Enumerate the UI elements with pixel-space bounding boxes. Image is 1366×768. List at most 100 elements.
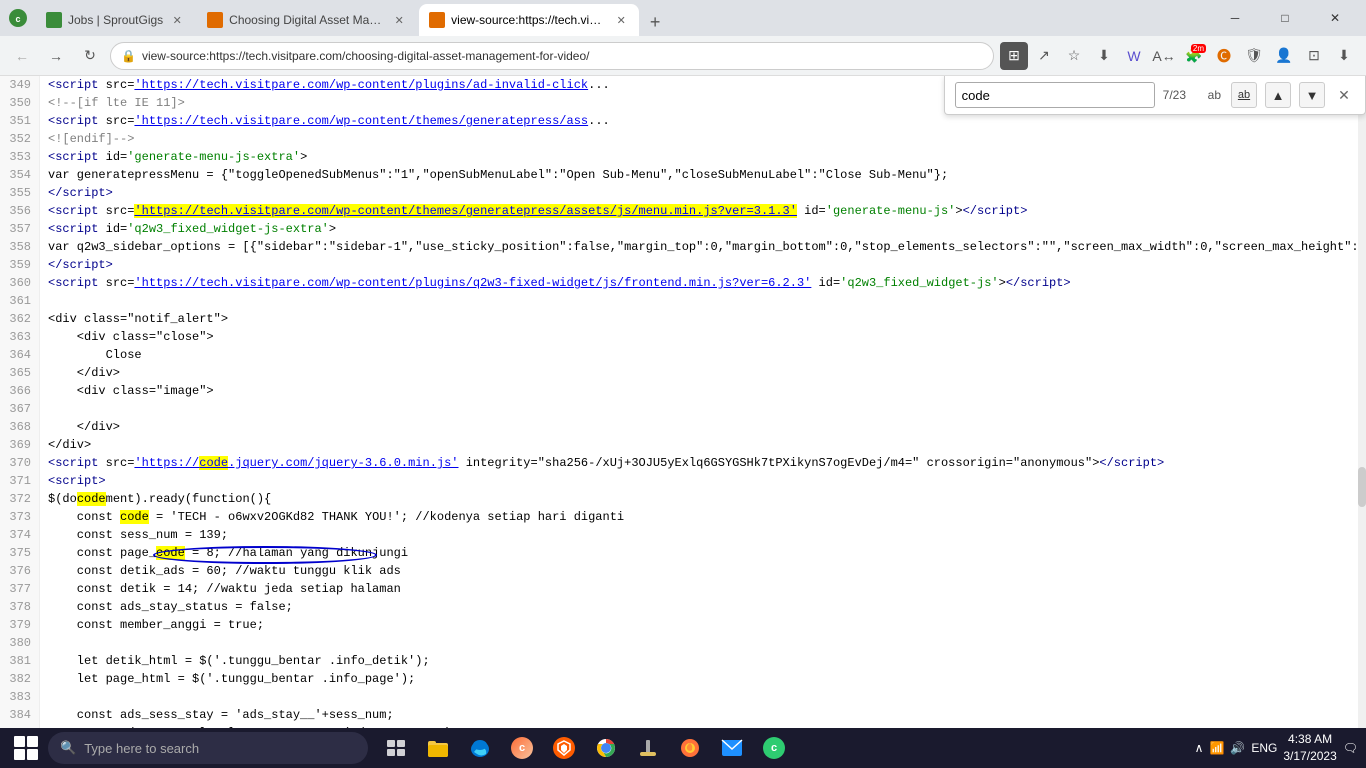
line-number: 384 <box>8 706 31 724</box>
line-numbers: 3493503513523533543553563573583593603613… <box>0 76 40 728</box>
app-last-icon: c <box>763 737 785 759</box>
notification-icon[interactable]: 🗨 <box>1343 741 1358 755</box>
tab-close-2[interactable]: ✕ <box>391 12 407 28</box>
windows-icon <box>14 736 38 760</box>
translate-icon[interactable]: A↔ <box>1150 42 1178 70</box>
code-line: const detik_ads = 60; //waktu tunggu kli… <box>48 562 1366 580</box>
line-number: 362 <box>8 310 31 328</box>
code-line: $(docodement).ready(function(){ <box>48 490 1366 508</box>
new-tab-button[interactable]: + <box>641 8 669 36</box>
tab-group: Jobs | SproutGigs ✕ Choosing Digital Ass… <box>36 0 669 36</box>
tab-choosing[interactable]: Choosing Digital Asset Mana... ✕ <box>197 4 417 36</box>
taskview-button[interactable] <box>376 728 416 768</box>
search-placeholder: Type here to search <box>84 741 199 756</box>
code-line: let detik_html = $('.tunggu_bentar .info… <box>48 652 1366 670</box>
profile-icon[interactable]: 👤 <box>1270 42 1298 70</box>
code-line: var generatepressMenu = {"toggleOpenedSu… <box>48 166 1366 184</box>
brave-button[interactable] <box>544 728 584 768</box>
shield-icon[interactable]: 🛡 <box>1240 42 1268 70</box>
tab-title-3: view-source:https://tech.visit... <box>451 13 607 27</box>
tab-favicon-2 <box>207 12 223 28</box>
code-line: const ads_sess_stay = 'ads_stay__'+sess_… <box>48 706 1366 724</box>
line-number: 371 <box>8 472 31 490</box>
mail-button[interactable] <box>712 728 752 768</box>
app-last-button[interactable]: c <box>754 728 794 768</box>
code-line: const member_anggi = true; <box>48 616 1366 634</box>
find-bar: 7/23 ab ab ▲ ▼ ✕ <box>944 76 1366 115</box>
scrollbar-thumb[interactable] <box>1358 467 1366 507</box>
wordpress-icon[interactable]: W <box>1120 42 1148 70</box>
code-line <box>48 634 1366 652</box>
line-number: 358 <box>8 238 31 256</box>
case-label: ab <box>1206 88 1223 102</box>
download2-icon[interactable]: ⬇ <box>1330 42 1358 70</box>
bookmark-icon[interactable]: ☆ <box>1060 42 1088 70</box>
code-line: <script> <box>48 472 1366 490</box>
firefox-button[interactable] <box>670 728 710 768</box>
code-line: const code = 'TECH - o6wxv2OGKd82 THANK … <box>48 508 1366 526</box>
code-line: const page_code = 8; //halaman yang diku… <box>48 544 1366 562</box>
tab-close-1[interactable]: ✕ <box>169 12 185 28</box>
line-number: 368 <box>8 418 31 436</box>
taskbar-search[interactable]: 🔍 Type here to search <box>48 732 368 764</box>
scrollbar[interactable] <box>1358 76 1366 728</box>
line-number: 366 <box>8 382 31 400</box>
refresh-button[interactable]: ↻ <box>76 42 104 70</box>
code-line: let page_html = $('.tunggu_bentar .info_… <box>48 670 1366 688</box>
tab-favicon-3 <box>429 12 445 28</box>
code-line: var q2w3_sidebar_options = [{"sidebar":"… <box>48 238 1366 256</box>
extension-icon[interactable]: 🧩 2m <box>1180 42 1208 70</box>
brave-icon <box>553 737 575 759</box>
line-number: 355 <box>8 184 31 202</box>
case-sensitive-button[interactable]: ab <box>1231 82 1257 108</box>
close-button[interactable]: ✕ <box>1312 0 1358 36</box>
find-prev-button[interactable]: ▲ <box>1265 82 1291 108</box>
taskbar-clock[interactable]: 4:38 AM 3/17/2023 <box>1283 731 1336 765</box>
tab-sproutgigs[interactable]: Jobs | SproutGigs ✕ <box>36 4 195 36</box>
share-icon[interactable]: ↗ <box>1030 42 1058 70</box>
coccoc-icon[interactable]: 🅒 <box>1210 42 1238 70</box>
paint-button[interactable] <box>628 728 668 768</box>
line-number: 377 <box>8 580 31 598</box>
find-close-button[interactable]: ✕ <box>1333 84 1355 106</box>
find-count: 7/23 <box>1163 88 1198 102</box>
code-line: <![endif]--> <box>48 130 1366 148</box>
code-line: </div> <box>48 364 1366 382</box>
start-button[interactable] <box>8 730 44 766</box>
sidebar-icon[interactable]: ⊡ <box>1300 42 1328 70</box>
maximize-button[interactable]: □ <box>1262 0 1308 36</box>
line-number: 360 <box>8 274 31 292</box>
file-explorer-button[interactable] <box>418 728 458 768</box>
app4-button[interactable]: c <box>502 728 542 768</box>
tab-viewsource[interactable]: view-source:https://tech.visit... ✕ <box>419 4 639 36</box>
taskbar-tray: ∧ 📶 🔊 ENG 4:38 AM 3/17/2023 🗨 <box>1195 731 1358 765</box>
line-number: 351 <box>8 112 31 130</box>
clock-date: 3/17/2023 <box>1283 748 1336 765</box>
tab-close-3[interactable]: ✕ <box>613 12 629 28</box>
forward-button[interactable]: → <box>42 42 70 70</box>
download-icon[interactable]: ⬇ <box>1090 42 1118 70</box>
line-number: 359 <box>8 256 31 274</box>
code-line: const detik = 14; //waktu jeda setiap ha… <box>48 580 1366 598</box>
line-number: 372 <box>8 490 31 508</box>
toolbar-actions: ⊞ ↗ ☆ ⬇ W A↔ 🧩 2m 🅒 🛡 👤 ⊡ ⬇ <box>1000 42 1358 70</box>
line-number: 353 <box>8 148 31 166</box>
language-indicator: ENG <box>1251 741 1277 755</box>
chrome-button[interactable] <box>586 728 626 768</box>
back-button[interactable]: ← <box>8 42 36 70</box>
line-number: 383 <box>8 688 31 706</box>
find-input[interactable] <box>955 82 1155 108</box>
line-number: 374 <box>8 526 31 544</box>
find-next-button[interactable]: ▼ <box>1299 82 1325 108</box>
code-line <box>48 292 1366 310</box>
minimize-button[interactable]: ─ <box>1212 0 1258 36</box>
line-number: 381 <box>8 652 31 670</box>
source-viewer: 7/23 ab ab ▲ ▼ ✕ 34935035135235335435535… <box>0 76 1366 728</box>
tray-expand[interactable]: ∧ <box>1195 741 1204 755</box>
edge-button[interactable] <box>460 728 500 768</box>
address-bar[interactable]: 🔒 view-source:https://tech.visitpare.com… <box>110 42 994 70</box>
line-number: 364 <box>8 346 31 364</box>
save-page-icon[interactable]: ⊞ <box>1000 42 1028 70</box>
code-content[interactable]: <script src='https://tech.visitpare.com/… <box>40 76 1366 728</box>
network-icon: 📶 <box>1209 741 1224 755</box>
